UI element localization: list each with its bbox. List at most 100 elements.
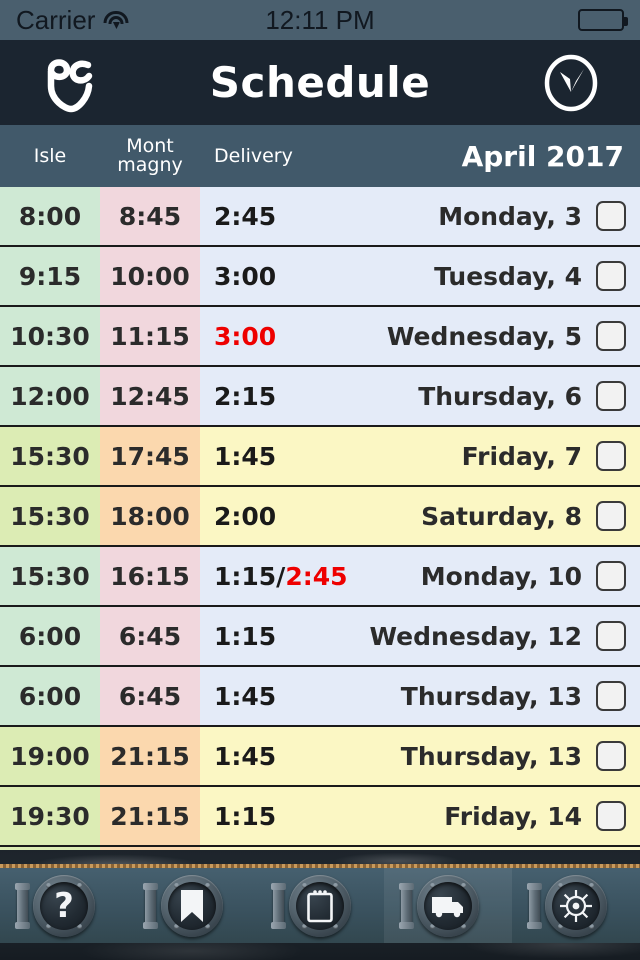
cell-day-label: Monday, 10 bbox=[420, 561, 582, 591]
table-row[interactable]: 19:30 21:15 1:15 Friday, 14 bbox=[0, 787, 640, 847]
cell-delivery-duration: 2:15 bbox=[214, 382, 276, 411]
cell-montmagny-time: 10:00 bbox=[100, 247, 200, 305]
cell-isle-time: 6:00 bbox=[0, 607, 100, 665]
cell-isle-time: 6:00 bbox=[0, 667, 100, 725]
cell-rest-group: 3:00 Tuesday, 4 bbox=[200, 247, 640, 305]
row-checkbox[interactable] bbox=[596, 201, 626, 231]
porthole-hinge bbox=[271, 882, 286, 929]
column-header-montmagny-line2: magny bbox=[117, 154, 183, 176]
table-row[interactable]: 8:00 8:45 2:45 Monday, 3 bbox=[0, 187, 640, 247]
delivery-primary: 1:45 bbox=[214, 741, 277, 771]
delivery-alternate: 2:45 bbox=[285, 561, 348, 591]
table-row[interactable]: 6:00 6:45 1:15 Wednesday, 12 bbox=[0, 607, 640, 667]
cell-isle-time: 9:15 bbox=[0, 247, 100, 305]
cell-day-label: Wednesday, 12 bbox=[369, 621, 582, 651]
table-row[interactable]: 12:00 12:45 2:15 Thursday, 6 bbox=[0, 367, 640, 427]
cell-rest-group: 2:15 Thursday, 6 bbox=[200, 367, 640, 425]
porthole-hinge bbox=[527, 882, 542, 929]
delivery-primary: 1:15/ bbox=[214, 561, 286, 591]
row-checkbox[interactable] bbox=[596, 801, 626, 831]
column-header-isle[interactable]: Isle bbox=[0, 145, 100, 167]
row-checkbox[interactable] bbox=[596, 561, 626, 591]
notepad-icon[interactable] bbox=[271, 874, 351, 937]
delivery-primary: 1:45 bbox=[214, 681, 277, 711]
cell-montmagny-time: 12:45 bbox=[100, 367, 200, 425]
porthole-hinge bbox=[143, 882, 158, 929]
schedule-table[interactable]: 8:00 8:45 2:45 Monday, 3 9:15 10:00 3:00 Tuesda… bbox=[0, 187, 640, 852]
cell-rest-group: 1:15/2:45 Monday, 10 bbox=[200, 547, 640, 605]
cell-delivery-duration: 1:15/2:45 bbox=[214, 562, 348, 591]
month-label[interactable]: April 2017 bbox=[360, 140, 640, 173]
row-checkbox[interactable] bbox=[596, 681, 626, 711]
question-mark-icon[interactable]: ? bbox=[15, 874, 95, 937]
tab-bar[interactable]: ? bbox=[0, 868, 640, 943]
cell-montmagny-time: 11:15 bbox=[100, 307, 200, 365]
truck-icon[interactable] bbox=[399, 874, 479, 937]
table-row[interactable]: 9:15 10:00 3:00 Tuesday, 4 bbox=[0, 247, 640, 307]
row-checkbox[interactable] bbox=[596, 321, 626, 351]
battery-full-icon bbox=[578, 9, 628, 31]
porthole-hinge bbox=[15, 882, 30, 929]
row-checkbox[interactable] bbox=[596, 741, 626, 771]
column-header-montmagny[interactable]: Mont magny bbox=[100, 137, 200, 175]
ship-wheel-icon[interactable] bbox=[527, 874, 607, 937]
cell-montmagny-time: 8:45 bbox=[100, 187, 200, 245]
cell-delivery-duration: 3:00 bbox=[214, 322, 276, 351]
cell-rest-group: 3:00 Wednesday, 5 bbox=[200, 307, 640, 365]
tab-truck[interactable] bbox=[384, 868, 512, 943]
row-checkbox[interactable] bbox=[596, 261, 626, 291]
table-row[interactable]: 15:30 16:15 1:15/2:45 Monday, 10 bbox=[0, 547, 640, 607]
cell-montmagny-time: 16:15 bbox=[100, 547, 200, 605]
cell-isle-time: 19:00 bbox=[0, 727, 100, 785]
tab-notepad[interactable] bbox=[256, 868, 384, 943]
table-row[interactable]: 6:00 6:45 1:45 Thursday, 13 bbox=[0, 667, 640, 727]
cell-rest-group: 1:45 Thursday, 13 bbox=[200, 667, 640, 725]
cell-delivery-duration: 1:45 bbox=[214, 742, 276, 771]
row-checkbox[interactable] bbox=[596, 501, 626, 531]
table-row[interactable]: 19:00 21:15 1:45 Thursday, 13 bbox=[0, 727, 640, 787]
pc-monogram-logo[interactable] bbox=[34, 52, 104, 114]
cell-delivery-duration: 1:45 bbox=[214, 442, 276, 471]
cell-rest-group: 1:45 Thursday, 13 bbox=[200, 727, 640, 785]
delivery-primary: 3:00 bbox=[214, 321, 277, 351]
cell-day-label: Thursday, 6 bbox=[418, 381, 582, 411]
porthole-hinge bbox=[399, 882, 414, 929]
column-header-delivery[interactable]: Delivery bbox=[200, 145, 360, 167]
cell-montmagny-time: 6:45 bbox=[100, 607, 200, 665]
delivery-primary: 1:15 bbox=[214, 801, 277, 831]
delivery-primary: 1:45 bbox=[214, 441, 277, 471]
delivery-primary: 1:15 bbox=[214, 621, 277, 651]
cell-delivery-duration: 3:00 bbox=[214, 262, 276, 291]
clock-icon[interactable] bbox=[536, 52, 606, 114]
cell-rest-group: 1:15 Friday, 14 bbox=[200, 787, 640, 845]
bookmark-icon[interactable] bbox=[143, 874, 223, 937]
cell-montmagny-time: 18:00 bbox=[100, 487, 200, 545]
cell-isle-time: 12:00 bbox=[0, 367, 100, 425]
tab-ship-wheel[interactable] bbox=[512, 868, 640, 943]
tab-question-mark[interactable]: ? bbox=[0, 868, 128, 943]
row-checkbox[interactable] bbox=[596, 381, 626, 411]
status-bar-right bbox=[578, 9, 628, 31]
table-row[interactable]: 15:30 17:45 1:45 Friday, 7 bbox=[0, 427, 640, 487]
cell-rest-group: 2:45 Monday, 3 bbox=[200, 187, 640, 245]
cell-day-label: Thursday, 13 bbox=[400, 681, 582, 711]
row-checkbox[interactable] bbox=[596, 441, 626, 471]
table-row[interactable]: 15:30 18:00 2:00 Saturday, 8 bbox=[0, 487, 640, 547]
cell-isle-time: 8:00 bbox=[0, 187, 100, 245]
cell-rest-group: 2:00 Saturday, 8 bbox=[200, 487, 640, 545]
cell-day-label: Friday, 7 bbox=[461, 441, 582, 471]
row-checkbox[interactable] bbox=[596, 621, 626, 651]
tab-bookmark[interactable] bbox=[128, 868, 256, 943]
cell-rest-group: 1:15 Wednesday, 12 bbox=[200, 607, 640, 665]
delivery-primary: 2:15 bbox=[214, 381, 277, 411]
cell-day-label: Wednesday, 5 bbox=[386, 321, 582, 351]
table-row[interactable]: 10:30 11:15 3:00 Wednesday, 5 bbox=[0, 307, 640, 367]
column-header-row: Isle Mont magny Delivery April 2017 bbox=[0, 125, 640, 187]
cell-rest-group: 1:45 Friday, 7 bbox=[200, 427, 640, 485]
cell-montmagny-time: 6:45 bbox=[100, 667, 200, 725]
nav-bar: Schedule bbox=[0, 40, 640, 125]
cell-day-label: Friday, 14 bbox=[444, 801, 582, 831]
cell-montmagny-time: 21:15 bbox=[100, 727, 200, 785]
delivery-primary: 3:00 bbox=[214, 261, 277, 291]
status-bar: Carrier 12:11 PM bbox=[0, 0, 640, 40]
